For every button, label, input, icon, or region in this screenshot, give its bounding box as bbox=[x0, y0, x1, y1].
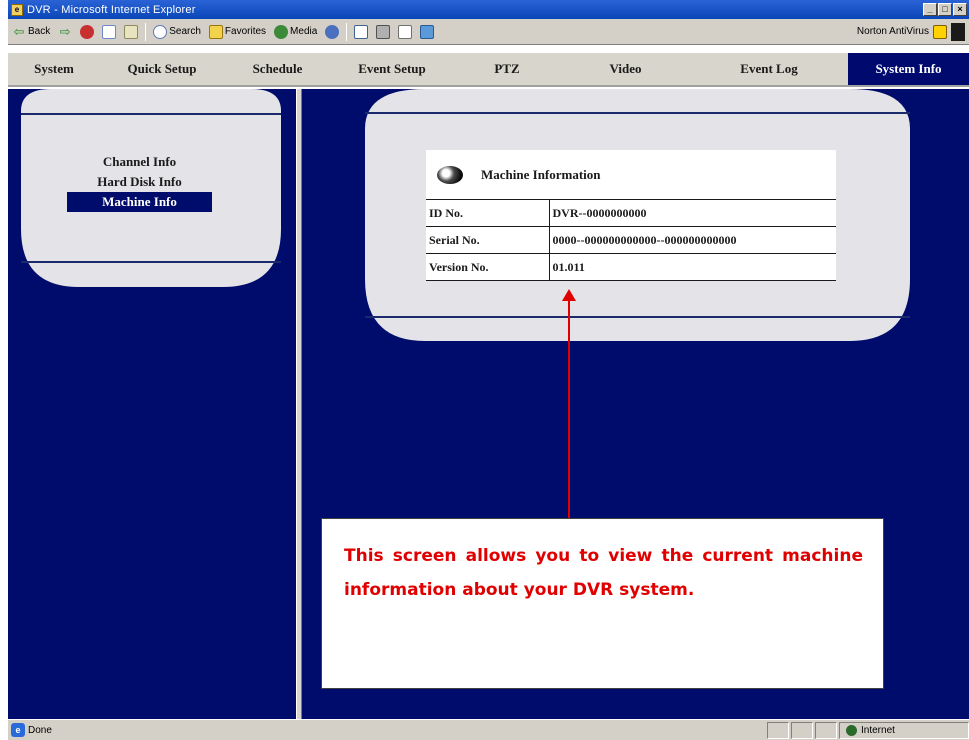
toolbar-separator bbox=[346, 22, 348, 41]
id-no-value: DVR--0000000000 bbox=[549, 199, 836, 227]
nav-system-info[interactable]: System Info bbox=[848, 53, 969, 85]
menu-machine-info[interactable]: Machine Info bbox=[67, 192, 212, 212]
stop-button[interactable] bbox=[76, 24, 98, 39]
media-label: Media bbox=[290, 26, 318, 37]
minimize-button[interactable]: _ bbox=[923, 3, 937, 16]
security-zone: Internet bbox=[839, 721, 969, 739]
search-label: Search bbox=[169, 26, 201, 37]
norton-icon[interactable] bbox=[933, 24, 947, 39]
media-icon bbox=[274, 24, 289, 39]
machine-info-header: Machine Information bbox=[426, 150, 836, 199]
stop-icon bbox=[80, 24, 95, 39]
dvr-nav-bar: System Quick Setup Schedule Event Setup … bbox=[8, 52, 969, 87]
window-title: DVR - Microsoft Internet Explorer bbox=[27, 3, 196, 16]
close-button[interactable]: × bbox=[953, 3, 967, 16]
zone-label: Internet bbox=[861, 724, 895, 736]
history-icon bbox=[325, 24, 340, 39]
status-text: Done bbox=[28, 724, 52, 736]
back-arrow-icon: ⇦ bbox=[12, 23, 26, 39]
media-button[interactable]: Media bbox=[270, 24, 321, 39]
home-button[interactable] bbox=[120, 24, 142, 39]
globe-icon bbox=[846, 724, 857, 736]
favorites-label: Favorites bbox=[224, 26, 267, 37]
status-panes: Internet bbox=[765, 720, 969, 740]
browser-statusbar: e Done Internet bbox=[8, 719, 969, 740]
nav-event-setup[interactable]: Event Setup bbox=[331, 53, 453, 85]
search-button[interactable]: Search bbox=[149, 24, 205, 39]
favorites-button[interactable]: Favorites bbox=[205, 24, 270, 39]
back-button[interactable]: ⇦ Back bbox=[8, 23, 54, 39]
annotation-callout: This screen allows you to view the curre… bbox=[321, 518, 884, 689]
window-controls: _ □ × bbox=[923, 3, 967, 16]
status-left: e Done bbox=[8, 723, 52, 737]
nav-video[interactable]: Video bbox=[561, 53, 690, 85]
edit-button[interactable] bbox=[394, 24, 416, 39]
toolbar-right: Norton AntiVirus bbox=[856, 22, 969, 41]
serial-no-label: Serial No. bbox=[426, 226, 550, 254]
messenger-button[interactable] bbox=[416, 24, 438, 39]
menu-channel-info[interactable]: Channel Info bbox=[67, 152, 212, 172]
nav-ptz[interactable]: PTZ bbox=[453, 53, 561, 85]
system-info-menu: Channel Info Hard Disk Info Machine Info bbox=[67, 152, 212, 212]
browser-toolbar: ⇦ Back ⇨ Search Favorites Media Norton A… bbox=[8, 19, 969, 45]
disc-icon bbox=[437, 165, 463, 184]
id-no-label: ID No. bbox=[426, 199, 550, 227]
mail-button[interactable] bbox=[350, 24, 372, 39]
ie-app-icon: e bbox=[11, 3, 23, 16]
nav-schedule[interactable]: Schedule bbox=[224, 53, 331, 85]
version-no-value: 01.011 bbox=[549, 253, 836, 281]
home-icon bbox=[124, 24, 139, 39]
print-button[interactable] bbox=[372, 24, 394, 39]
table-row: ID No. DVR--0000000000 bbox=[426, 199, 836, 227]
nav-quick-setup[interactable]: Quick Setup bbox=[100, 53, 224, 85]
table-row: Version No. 01.011 bbox=[426, 253, 836, 281]
serial-no-value: 0000--000000000000--000000000000 bbox=[549, 226, 836, 254]
menu-hard-disk-info[interactable]: Hard Disk Info bbox=[67, 172, 212, 192]
history-button[interactable] bbox=[321, 24, 343, 39]
machine-info-table: ID No. DVR--0000000000 Serial No. 0000--… bbox=[426, 199, 836, 281]
status-pane bbox=[815, 721, 837, 739]
status-pane bbox=[791, 721, 813, 739]
search-icon bbox=[153, 24, 168, 39]
page-icon: e bbox=[11, 723, 25, 737]
nav-system[interactable]: System bbox=[8, 53, 100, 85]
back-label: Back bbox=[28, 26, 51, 37]
maximize-button[interactable]: □ bbox=[938, 3, 952, 16]
machine-info-title: Machine Information bbox=[481, 166, 601, 182]
forward-arrow-icon: ⇨ bbox=[58, 23, 73, 39]
favorites-icon bbox=[208, 24, 223, 39]
status-pane bbox=[767, 721, 789, 739]
print-icon bbox=[376, 24, 391, 39]
mail-icon bbox=[354, 24, 369, 39]
norton-label: Norton AntiVirus bbox=[856, 26, 929, 37]
toolbar-separator bbox=[145, 22, 147, 41]
machine-info-panel: Machine Information ID No. DVR--00000000… bbox=[426, 150, 836, 281]
window-titlebar: e DVR - Microsoft Internet Explorer _ □ … bbox=[8, 0, 969, 19]
version-no-label: Version No. bbox=[426, 253, 550, 281]
nav-event-log[interactable]: Event Log bbox=[690, 53, 848, 85]
edit-icon bbox=[398, 24, 413, 39]
messenger-icon bbox=[420, 24, 435, 39]
annotation-arrow-line bbox=[568, 299, 570, 519]
table-row: Serial No. 0000--000000000000--000000000… bbox=[426, 226, 836, 254]
forward-button[interactable]: ⇨ bbox=[54, 23, 76, 39]
throbber-icon bbox=[951, 22, 965, 41]
refresh-icon bbox=[102, 24, 117, 39]
column-divider bbox=[296, 89, 302, 719]
refresh-button[interactable] bbox=[98, 24, 120, 39]
